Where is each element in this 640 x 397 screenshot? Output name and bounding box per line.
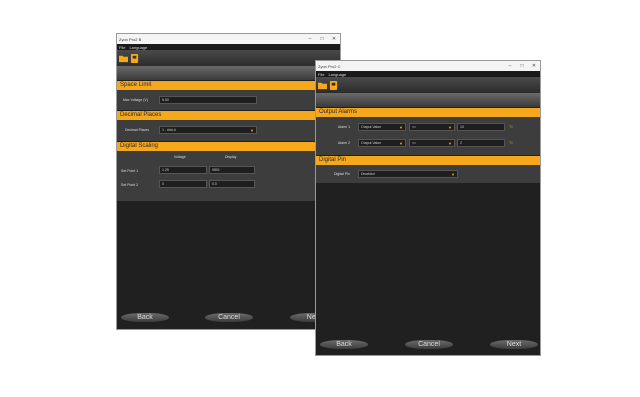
display-col-header: Display [225,155,237,159]
section-digital-pin-body: Digital Pin Disabled ▼ [316,165,540,183]
window-zyon-c: Zyon Pro2 C – □ ✕ File Language Output A… [315,60,541,356]
toolbar [316,77,540,93]
alarm-2-source-select[interactable]: Output Value ▼ [358,139,406,147]
decimal-places-label: Decimal Places [125,128,150,132]
set-point-2-voltage[interactable]: 0 [159,180,207,188]
chevron-down-icon: ▼ [399,141,403,146]
open-folder-icon[interactable] [318,81,327,90]
toolbar-separator [117,66,340,80]
alarm-1-source-select[interactable]: Output Value ▼ [358,123,406,131]
maximize-icon[interactable]: □ [516,63,528,69]
section-output-alarms-body: Alarm 1 Output Value ▼ >= ▼ 10 °C Alarm … [316,117,540,155]
alarm-1-operator-value: >= [412,125,417,129]
alarm-1-unit: °C [509,125,513,129]
digital-pin-value: Disabled [361,172,375,176]
menu-file[interactable]: File [119,45,125,50]
set-point-1-voltage[interactable]: 1.25 [159,166,207,174]
menu-file[interactable]: File [318,72,324,77]
next-button[interactable]: Next [490,340,538,349]
back-button[interactable]: Back [121,313,169,322]
toolbar-separator [316,93,540,107]
chevron-down-icon: ▼ [451,172,455,177]
alarm-1-operator-select[interactable]: >= ▼ [409,123,455,131]
alarm-1-source-value: Output Value [361,125,382,129]
section-space-limit: Space Limit [117,81,340,90]
chevron-down-icon: ▼ [448,125,452,130]
minimize-icon[interactable]: – [304,36,316,42]
title-bar: Zyon Pro2 B – □ ✕ [117,34,340,44]
set-point-2-display[interactable]: 0.0 [209,180,255,188]
menu-language[interactable]: Language [129,45,147,50]
section-digital-scaling: Digital Scaling [117,142,340,151]
open-folder-icon[interactable] [119,54,128,63]
decimal-places-value: 1 - ###.# [162,128,176,132]
alarm-1-label: Alarm 1 [338,125,351,129]
minimize-icon[interactable]: – [504,63,516,69]
max-voltage-input[interactable]: 5.50 [159,96,257,104]
set-point-1-label: Set Point 1 [121,169,139,173]
window-title: Zyon Pro2 C [318,63,341,69]
alarm-2-label: Alarm 2 [338,141,351,145]
section-output-alarms: Output Alarms [316,108,540,117]
cancel-button[interactable]: Cancel [405,340,453,349]
section-space-limit-body: Max Voltage (V) 5.50 [117,90,340,110]
maximize-icon[interactable]: □ [316,36,328,42]
alarm-2-source-value: Output Value [361,141,382,145]
digital-pin-label: Digital Pin [334,172,350,176]
chevron-down-icon: ▼ [448,141,452,146]
back-button[interactable]: Back [320,340,368,349]
voltage-col-header: Voltage [174,155,186,159]
alarm-1-value-input[interactable]: 10 [457,123,505,131]
toolbar [117,50,340,66]
chevron-down-icon: ▼ [250,128,254,133]
max-voltage-label: Max Voltage (V) [123,98,148,102]
window-zyon-b: Zyon Pro2 B – □ ✕ File Language Space Li… [116,33,341,330]
save-icon[interactable] [329,80,338,90]
save-icon[interactable] [130,53,139,63]
alarm-2-operator-value: >= [412,141,417,145]
chevron-down-icon: ▼ [399,125,403,130]
window-title: Zyon Pro2 B [119,36,142,42]
alarm-2-operator-select[interactable]: >= ▼ [409,139,455,147]
menu-language[interactable]: Language [328,72,346,77]
section-decimal-places: Decimal Places [117,111,340,120]
alarm-2-unit: °C [509,141,513,145]
close-icon[interactable]: ✕ [328,36,340,42]
close-icon[interactable]: ✕ [528,63,540,69]
section-decimal-places-body: Decimal Places 1 - ###.# ▼ [117,120,340,141]
section-digital-scaling-body: Voltage Display Set Point 1 1.25 9801 Se… [117,151,340,201]
decimal-places-select[interactable]: 1 - ###.# ▼ [159,126,257,134]
cancel-button[interactable]: Cancel [205,313,253,322]
title-bar: Zyon Pro2 C – □ ✕ [316,61,540,71]
set-point-2-label: Set Point 2 [121,183,139,187]
set-point-1-display[interactable]: 9801 [209,166,255,174]
alarm-2-value-input[interactable]: 2 [457,139,505,147]
digital-pin-select[interactable]: Disabled ▼ [358,170,458,178]
section-digital-pin: Digital Pin [316,156,540,165]
